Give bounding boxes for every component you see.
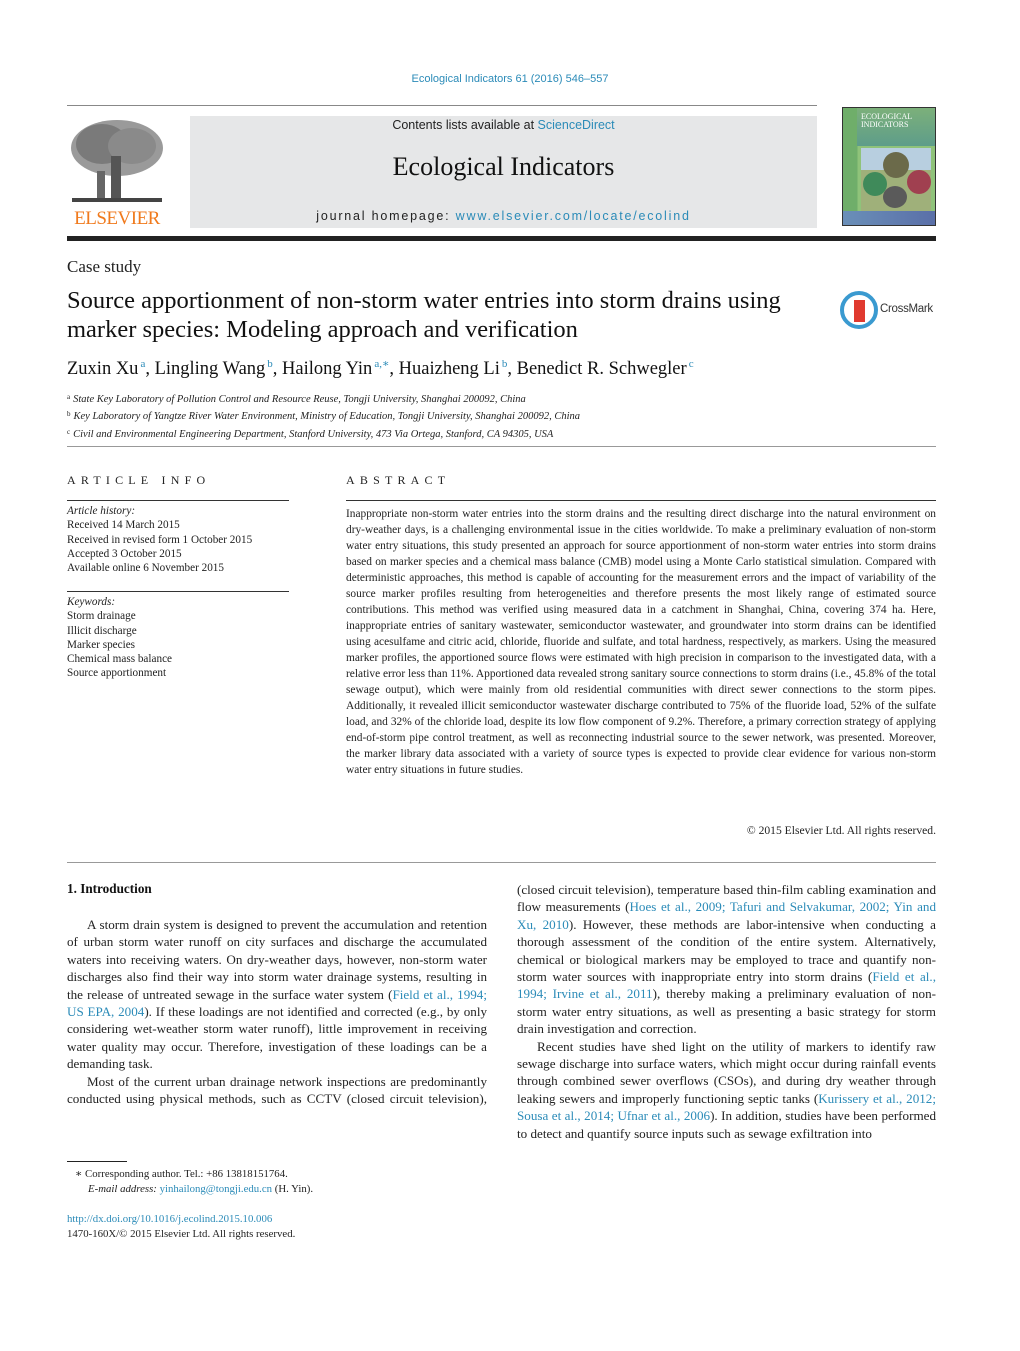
email-line: E-mail address: yinhailong@tongji.edu.cn… [67, 1182, 313, 1197]
abstract-heading: ABSTRACT [346, 473, 451, 487]
keyword[interactable]: Chemical mass balance [67, 652, 289, 666]
doi-link[interactable]: http://dx.doi.org/10.1016/j.ecolind.2015… [67, 1213, 272, 1225]
body-column-left: A storm drain system is designed to prev… [67, 916, 487, 1108]
keywords-divider [67, 591, 289, 592]
paragraph: Recent studies have shed light on the ut… [517, 1038, 936, 1142]
paragraph-text: Most of the current urban drainage netwo… [67, 1073, 487, 1107]
author-name: Hailong Yin [282, 359, 373, 379]
doi-block: http://dx.doi.org/10.1016/j.ecolind.2015… [67, 1212, 295, 1242]
abstract-copyright: © 2015 Elsevier Ltd. All rights reserved… [746, 824, 936, 837]
affiliation-mark: c [67, 427, 71, 436]
cover-photo-circle [907, 170, 931, 194]
crossmark-ribbon [854, 300, 865, 322]
header-divider [67, 105, 817, 106]
paragraph-continued: (closed circuit television), temperature… [517, 881, 936, 1038]
author-list: Zuxin Xu a, Lingling Wang b, Hailong Yin a,… [67, 358, 694, 379]
article-type: Case study [67, 257, 142, 276]
elsevier-tree-icon [71, 120, 163, 202]
history-item: Available online 6 November 2015 [67, 562, 224, 575]
body-divider [67, 862, 936, 863]
cover-title-line-2: INDICATORS [861, 120, 909, 129]
author[interactable]: Huaizheng Li b [398, 358, 508, 379]
crossmark-button[interactable]: CrossMark [840, 291, 940, 331]
author-affiliation-mark[interactable]: a [140, 358, 145, 370]
keywords-label: Keywords: [67, 596, 116, 608]
cover-footer [843, 211, 935, 225]
author-affiliation-mark[interactable]: b [502, 358, 508, 370]
article-history-label: Article history: [67, 505, 136, 517]
author-name: Lingling Wang [154, 359, 266, 379]
keyword[interactable]: Storm drainage [67, 609, 289, 623]
author-affiliation-mark[interactable]: a,∗ [374, 358, 389, 370]
journal-title: Ecological Indicators [392, 152, 615, 181]
elsevier-logo[interactable]: ELSEVIER [67, 116, 167, 229]
email-suffix: (H. Yin). [272, 1183, 314, 1195]
author[interactable]: Lingling Wang b [154, 358, 273, 379]
author-affiliation-mark[interactable]: b [267, 358, 273, 370]
abstract-divider [346, 500, 936, 501]
homepage-link[interactable]: www.elsevier.com/locate/ecolind [456, 209, 691, 223]
journal-homepage: journal homepage: www.elsevier.com/locat… [190, 209, 817, 223]
keyword[interactable]: Marker species [67, 638, 289, 652]
issn-copyright: 1470-160X/© 2015 Elsevier Ltd. All right… [67, 1228, 296, 1240]
affiliations: a State Key Laboratory of Pollution Contr… [67, 390, 580, 442]
affiliation-text: Key Laboratory of Yangtze River Water En… [73, 411, 581, 423]
contents-prefix: Contents lists available at [392, 118, 538, 132]
elsevier-wordmark: ELSEVIER [74, 208, 160, 229]
paragraph: Most of the current urban drainage netwo… [67, 1073, 487, 1108]
homepage-prefix: journal homepage: [316, 209, 456, 223]
history-item: Received 14 March 2015 [67, 519, 180, 532]
affiliation-mark: b [67, 410, 71, 419]
corresponding-author: ∗ Corresponding author. Tel.: +86 138181… [75, 1168, 288, 1180]
keyword[interactable]: Source apportionment [67, 666, 289, 680]
crossmark-icon [840, 291, 878, 329]
article-history: Article history: Received 14 March 2015 … [67, 504, 289, 575]
paragraph: A storm drain system is designed to prev… [67, 916, 487, 1073]
body-column-right: (closed circuit television), temperature… [517, 881, 936, 1142]
email-label: E-mail address: [88, 1183, 160, 1195]
footnote-divider [67, 1161, 127, 1162]
cover-title: ECOLOGICAL INDICATORS [861, 113, 912, 129]
affiliations-divider [67, 446, 936, 447]
author[interactable]: Benedict R. Schwegler c [516, 358, 694, 379]
article-title: Source apportionment of non-storm water … [67, 287, 781, 343]
author-name: Benedict R. Schwegler [516, 359, 687, 379]
contents-line: Contents lists available at ScienceDirec… [190, 118, 817, 132]
history-item: Received in revised form 1 October 2015 [67, 533, 253, 546]
keyword[interactable]: Illicit discharge [67, 624, 289, 638]
section-heading-introduction: 1. Introduction [67, 881, 152, 896]
cover-photo-circle [883, 152, 909, 178]
journal-citation[interactable]: Ecological Indicators 61 (2016) 546–557 [0, 73, 1020, 85]
abstract-text: Inappropriate non-storm water entries in… [346, 508, 936, 776]
affiliation-text: State Key Laboratory of Pollution Contro… [73, 394, 526, 405]
crossmark-label: CrossMark [880, 303, 933, 315]
journal-header-box: Contents lists available at ScienceDirec… [190, 116, 817, 228]
keywords: Keywords: Storm drainage Illicit dischar… [67, 595, 289, 681]
article-info-heading: ARTICLE INFO [67, 473, 211, 487]
affiliation-mark: a [67, 393, 71, 401]
author[interactable]: Zuxin Xu a [67, 358, 145, 379]
author[interactable]: Hailong Yin a,∗ [282, 358, 389, 379]
footnote-corresponding: ∗ Corresponding author. Tel.: +86 138181… [67, 1167, 313, 1197]
cover-photo [861, 148, 931, 211]
sciencedirect-link[interactable]: ScienceDirect [538, 118, 615, 132]
affiliation-text: Civil and Environmental Engineering Depa… [73, 428, 554, 440]
email-link[interactable]: yinhailong@tongji.edu.cn [160, 1183, 273, 1195]
history-item: Accepted 3 October 2015 [67, 547, 182, 560]
cover-photo-circle [883, 186, 907, 208]
author-affiliation-mark[interactable]: c [689, 358, 694, 370]
header-thick-divider [67, 236, 936, 241]
author-name: Huaizheng Li [398, 359, 500, 379]
affiliation: b Key Laboratory of Yangtze River Water E… [67, 407, 580, 424]
affiliation: a State Key Laboratory of Pollution Contr… [67, 390, 580, 407]
article-info-divider [67, 500, 289, 501]
journal-cover-image[interactable]: ECOLOGICAL INDICATORS [842, 107, 936, 226]
author-name: Zuxin Xu [67, 359, 139, 379]
affiliation: c Civil and Environmental Engineering Dep… [67, 425, 580, 442]
